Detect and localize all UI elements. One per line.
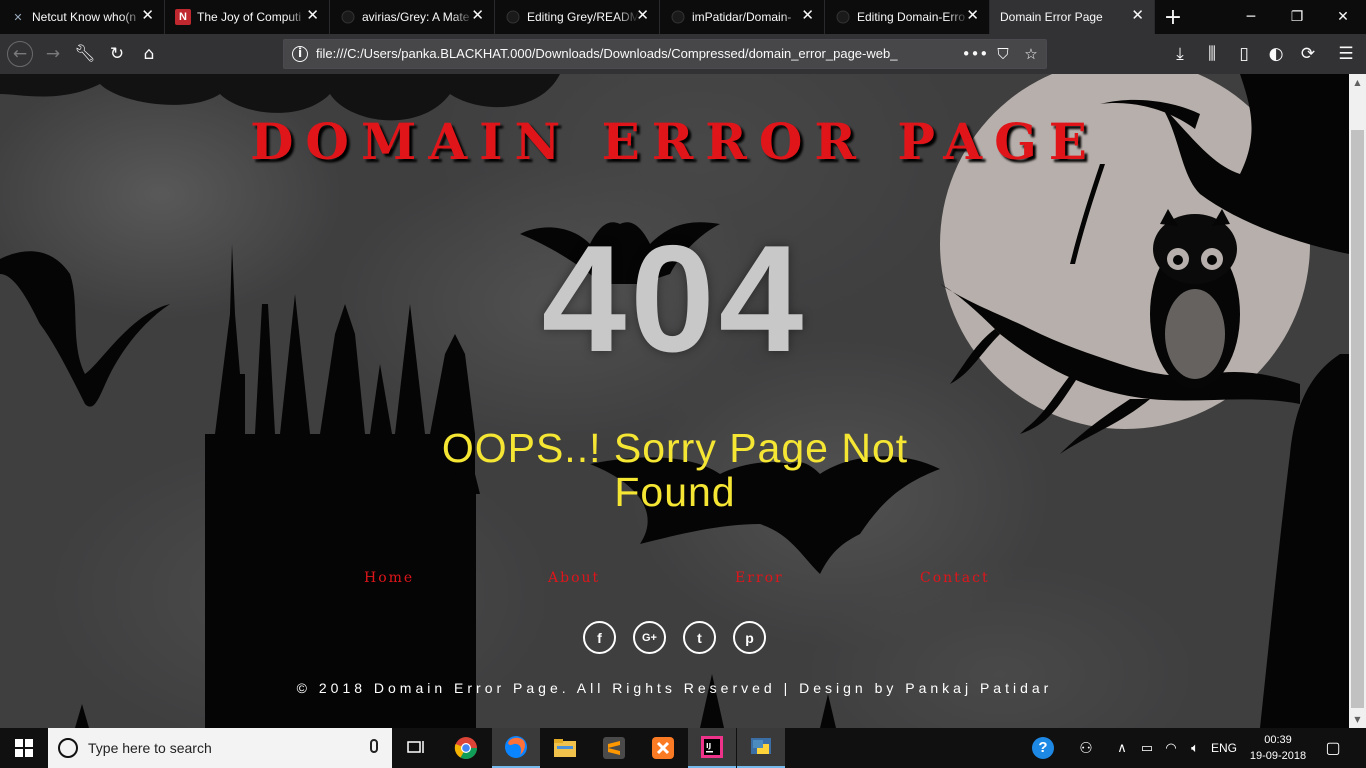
wifi-icon[interactable]: ◠ [1160, 728, 1182, 768]
pinterest-icon[interactable]: p [733, 621, 766, 654]
back-button[interactable]: ← [4, 38, 36, 70]
copyright-footer: © 2018 Domain Error Page. All Rights Res… [296, 680, 1053, 696]
tab-title: Domain Error Page [1000, 10, 1103, 24]
menu-hamburger-icon[interactable]: ☰ [1330, 38, 1362, 70]
close-tab-icon[interactable]: ✕ [966, 8, 979, 24]
menu-link-about[interactable]: About [548, 570, 600, 586]
menu-link-contact[interactable]: Contact [920, 570, 990, 586]
help-icon[interactable]: ? [1028, 728, 1058, 768]
tab-joy-of-computing[interactable]: N The Joy of Computi ✕ [165, 0, 330, 34]
tab-netcut[interactable]: ✕ Netcut Know who(n ✕ [0, 0, 165, 34]
xampp-icon[interactable] [639, 728, 687, 768]
twitter-icon[interactable]: t [683, 621, 716, 654]
sync-icon[interactable]: ⟳ [1292, 38, 1324, 70]
forward-button[interactable]: → [37, 38, 69, 70]
site-info-icon[interactable]: i [292, 46, 308, 62]
notification-center-icon[interactable]: ▢ [1318, 728, 1348, 768]
cortana-icon [58, 738, 78, 758]
people-icon[interactable]: ⚇ [1072, 728, 1100, 768]
page-title: DOMAIN ERROR PAGE [250, 112, 1099, 171]
tab-strip: ✕ Netcut Know who(n ✕ N The Joy of Compu… [0, 0, 1366, 34]
scroll-down-arrow-icon[interactable]: ▼ [1349, 711, 1366, 728]
downloads-icon[interactable]: ⤓ [1164, 38, 1196, 70]
github-icon [670, 9, 686, 25]
tab-editing-domain[interactable]: Editing Domain-Erro ✕ [825, 0, 990, 34]
navigation-toolbar: ← → 🔧︎ ↻ ⌂ i file:///C:/Users/panka.BLAC… [0, 34, 1366, 74]
close-tab-icon[interactable]: ✕ [636, 8, 649, 24]
facebook-icon[interactable]: f [583, 621, 616, 654]
page-scrollbar[interactable]: ▲ ▼ [1349, 74, 1366, 728]
error-code: 404 [541, 214, 808, 384]
bookmark-star-icon[interactable]: ☆ [1020, 43, 1042, 65]
search-placeholder: Type here to search [88, 740, 212, 756]
menu-link-home[interactable]: Home [364, 570, 414, 586]
language-indicator[interactable]: ENG [1208, 728, 1240, 768]
close-tab-icon[interactable]: ✕ [801, 8, 814, 24]
tab-editing-grey[interactable]: Editing Grey/READM ✕ [495, 0, 660, 34]
library-icon[interactable]: ⫼ [1196, 38, 1228, 70]
google-plus-icon[interactable]: G+ [633, 621, 666, 654]
netcut-icon: ✕ [13, 11, 23, 24]
clock-date: 19-09-2018 [1249, 750, 1307, 762]
system-clock[interactable]: 00:39 19-09-2018 [1246, 732, 1310, 764]
close-tab-icon[interactable]: ✕ [471, 8, 484, 24]
taskbar-search-box[interactable]: Type here to search [48, 728, 392, 768]
reload-button[interactable]: ↻ [101, 38, 133, 70]
restore-button[interactable]: ❐ [1274, 0, 1320, 34]
home-button[interactable]: ⌂ [133, 38, 165, 70]
tab-title: Netcut Know who(n [32, 10, 137, 24]
start-button[interactable] [0, 728, 48, 768]
close-tab-icon[interactable]: ✕ [141, 8, 154, 24]
notion-n-icon: N [175, 9, 191, 25]
chevron-up-icon[interactable]: ∧ [1112, 728, 1132, 768]
sublime-text-icon[interactable] [590, 728, 638, 768]
clock-time: 00:39 [1264, 734, 1292, 746]
windows-taskbar: Type here to search IJ ? ⚇ ∧ ▭ ◠ 🔈︎ ENG … [0, 728, 1366, 768]
pocket-icon[interactable]: ⛉ [992, 43, 1014, 65]
url-text[interactable]: file:///C:/Users/panka.BLACKHAT.000/Down… [316, 46, 936, 61]
window-close-button[interactable]: ✕ [1320, 0, 1366, 34]
microphone-icon[interactable] [370, 739, 378, 753]
page-viewport: DOMAIN ERROR PAGE 404 OOPS..! Sorry Page… [0, 74, 1349, 728]
tab-avirias-grey[interactable]: avirias/Grey: A Mate ✕ [330, 0, 495, 34]
menu-link-error[interactable]: Error [735, 570, 784, 586]
task-view-icon[interactable] [392, 728, 440, 768]
python-icon[interactable] [737, 728, 785, 768]
sidebar-icon[interactable]: ▯ [1228, 38, 1260, 70]
windows-logo-icon [15, 739, 33, 757]
page-actions-icon[interactable]: ••• [962, 43, 989, 65]
tab-title: The Joy of Computi [197, 10, 302, 24]
new-tab-button[interactable]: + [1155, 0, 1191, 34]
minimize-button[interactable]: ─ [1228, 0, 1274, 34]
chrome-icon[interactable] [442, 728, 490, 768]
tab-title: avirias/Grey: A Mate [362, 10, 470, 24]
tab-title: Editing Grey/READM [527, 10, 639, 24]
tab-domain-error-page[interactable]: Domain Error Page ✕ [990, 0, 1155, 34]
file-explorer-icon[interactable] [541, 728, 589, 768]
halloween-background [0, 74, 1349, 728]
scroll-up-arrow-icon[interactable]: ▲ [1349, 74, 1366, 91]
extension-icon[interactable]: ◐ [1260, 38, 1292, 70]
wrench-icon[interactable]: 🔧︎ [69, 38, 101, 70]
github-icon [835, 9, 851, 25]
scrollbar-thumb[interactable] [1351, 130, 1364, 708]
address-bar[interactable]: i file:///C:/Users/panka.BLACKHAT.000/Do… [283, 39, 1047, 69]
close-tab-icon[interactable]: ✕ [306, 8, 319, 24]
volume-icon[interactable]: 🔈︎ [1184, 728, 1206, 768]
tab-title: Editing Domain-Erro [857, 10, 966, 24]
tab-impatidar-domain[interactable]: imPatidar/Domain- ✕ [660, 0, 825, 34]
tab-title: imPatidar/Domain- [692, 10, 792, 24]
github-icon [340, 9, 356, 25]
svg-text:IJ: IJ [706, 742, 711, 750]
firefox-icon[interactable] [492, 728, 540, 768]
battery-icon[interactable]: ▭ [1136, 728, 1158, 768]
intellij-icon[interactable]: IJ [688, 728, 736, 768]
github-icon [505, 9, 521, 25]
error-message: OOPS..! Sorry Page Not Found [441, 425, 909, 515]
close-tab-icon[interactable]: ✕ [1131, 8, 1144, 24]
